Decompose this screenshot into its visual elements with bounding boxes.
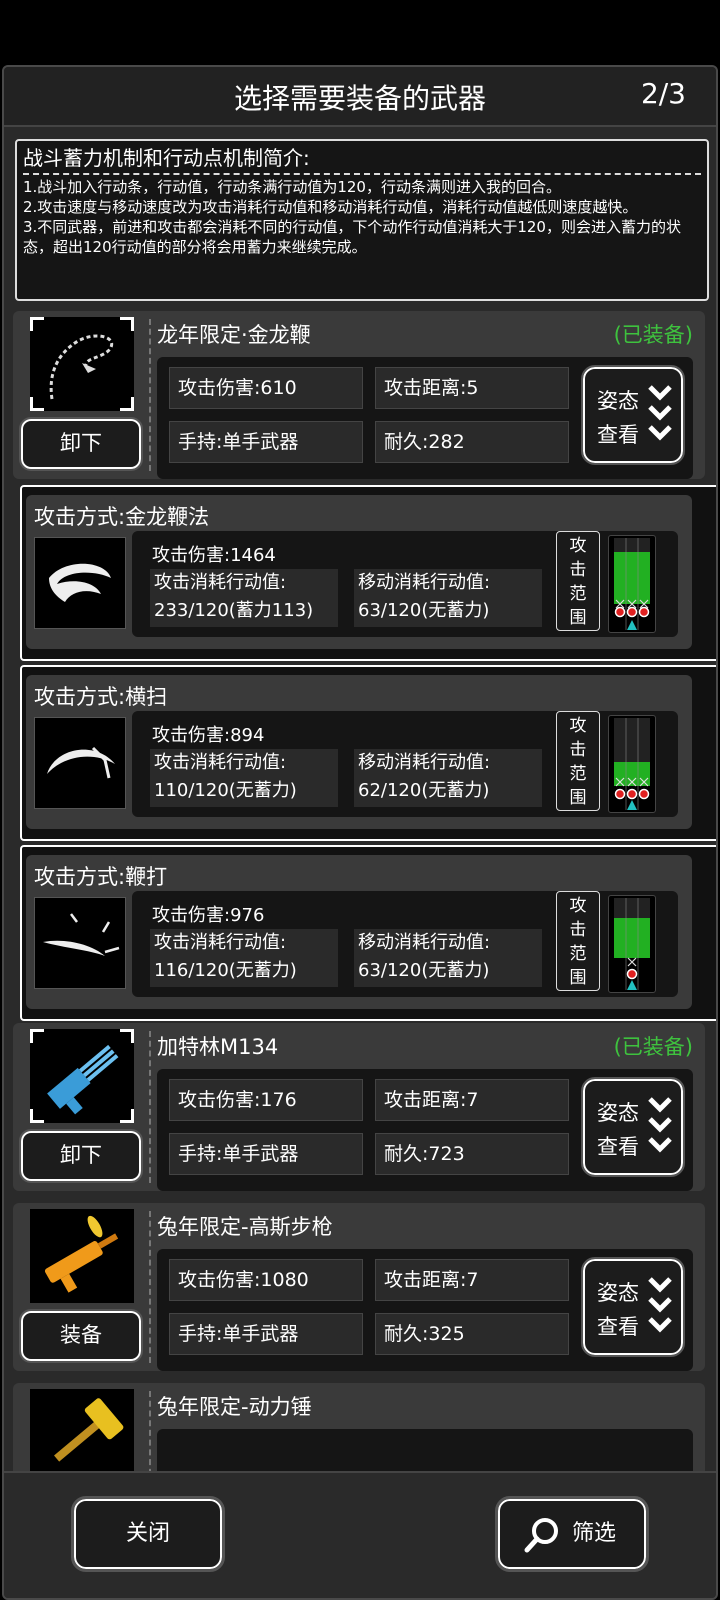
attack-mode-card: 攻击方式:横扫 攻击伤害:894 攻击消耗行动值: 110/120(无蓄力) 移动… <box>20 665 716 841</box>
mechanic-intro: 战斗蓄力机制和行动点机制简介: 1.战斗加入行动条，行动值，行动条满行动值为12… <box>15 139 709 301</box>
footer: 关闭 筛选 <box>4 1471 716 1598</box>
weapon-select-panel: 选择需要装备的武器 2/3 战斗蓄力机制和行动点机制简介: 1.战斗加入行动条，… <box>2 65 718 1600</box>
posture-view-button[interactable]: 姿态 查看 <box>581 1077 685 1177</box>
chevron-down-icon <box>648 385 672 441</box>
attack-range-map <box>608 535 656 633</box>
attack-cost: 攻击消耗行动值: 233/120(蓄力113) <box>150 569 338 627</box>
weapon-stats <box>157 1429 693 1471</box>
attack-stats: 攻击伤害:1464 攻击消耗行动值: 233/120(蓄力113) 移动消耗行动值… <box>132 531 678 637</box>
sweep-slash-icon <box>34 717 126 809</box>
stat-durability: 耐久:325 <box>375 1313 569 1355</box>
weapon-icon <box>30 1389 134 1471</box>
attack-range-map <box>608 715 656 813</box>
weapon-card: 卸下 加特林M134 (已装备) 攻击伤害:176 攻击距离:7 手持:单手武器… <box>13 1023 705 1191</box>
stat-damage: 攻击伤害:176 <box>169 1079 363 1121</box>
intro-line: 3.不同武器，前进和攻击都会消耗不同的行动值，下个动作行动值消耗大于120，则会… <box>23 218 681 256</box>
weapon-card: 兔年限定-动力锤 <box>13 1383 705 1471</box>
golden-dragon-whip-icon <box>49 334 114 400</box>
stat-damage: 攻击伤害:610 <box>169 367 363 409</box>
equip-button[interactable]: 装备 <box>19 1309 143 1363</box>
attack-name: 攻击方式:金龙鞭法 <box>34 505 210 529</box>
weapon-stats: 攻击伤害:1080 攻击距离:7 手持:单手武器 耐久:325 姿态 查看 <box>157 1249 693 1371</box>
gatling-gun-icon <box>47 1044 119 1115</box>
attack-range-label[interactable]: 攻击范围 <box>556 531 600 631</box>
weapon-icon <box>30 1209 134 1303</box>
attack-cost: 攻击消耗行动值: 110/120(无蓄力) <box>150 749 338 807</box>
divider <box>149 319 151 471</box>
stat-hold: 手持:单手武器 <box>169 1313 363 1355</box>
attack-range-map <box>608 895 656 993</box>
weapon-name: 兔年限定-高斯步枪 <box>157 1215 333 1239</box>
posture-view-button[interactable]: 姿态 查看 <box>581 365 685 465</box>
intro-line: 2.攻击速度与移动速度改为攻击消耗行动值和移动消耗行动值，消耗行动值越低则速度越… <box>23 198 638 216</box>
stat-range: 攻击距离:7 <box>375 1079 569 1121</box>
attack-damage: 攻击伤害:894 <box>152 725 265 746</box>
chevron-down-icon <box>648 1097 672 1153</box>
stat-durability: 耐久:723 <box>375 1133 569 1175</box>
attack-mode-card: 攻击方式:金龙鞭法 攻击伤害:1464 攻击消耗行动值: 233/120(蓄力11… <box>20 485 716 661</box>
header: 选择需要装备的武器 2/3 <box>4 67 716 127</box>
stat-range: 攻击距离:5 <box>375 367 569 409</box>
stat-hold: 手持:单手武器 <box>169 421 363 463</box>
filter-button[interactable]: 筛选 <box>495 1496 649 1572</box>
divider <box>149 1391 151 1471</box>
stat-durability: 耐久:282 <box>375 421 569 463</box>
move-cost: 移动消耗行动值: 62/120(无蓄力) <box>354 749 542 807</box>
attack-stats: 攻击伤害:894 攻击消耗行动值: 110/120(无蓄力) 移动消耗行动值: 62… <box>132 711 678 817</box>
intro-line: 1.战斗加入行动条，行动值，行动条满行动值为120，行动条满则进入我的回合。 <box>23 178 561 196</box>
weapon-stats: 攻击伤害:176 攻击距离:7 手持:单手武器 耐久:723 姿态 查看 <box>157 1069 693 1191</box>
gauss-rifle-icon <box>44 1215 119 1293</box>
page-title: 选择需要装备的武器 <box>233 82 486 115</box>
divider <box>149 1031 151 1183</box>
divider <box>149 1211 151 1363</box>
attack-mode-card: 攻击方式:鞭打 攻击伤害:976 攻击消耗行动值: 116/120(无蓄力) 移动… <box>20 845 716 1021</box>
stat-range: 攻击距离:7 <box>375 1259 569 1301</box>
close-button[interactable]: 关闭 <box>71 1496 225 1572</box>
attack-range-label[interactable]: 攻击范围 <box>556 711 600 811</box>
move-cost: 移动消耗行动值: 63/120(无蓄力) <box>354 569 542 627</box>
stat-hold: 手持:单手武器 <box>169 1133 363 1175</box>
chevron-down-icon <box>648 1277 672 1333</box>
weapon-list[interactable]: 卸下 龙年限定·金龙鞭 (已装备) 攻击伤害:610 攻击距离:5 手持:单手武… <box>4 311 716 1471</box>
posture-view-button[interactable]: 姿态 查看 <box>581 1257 685 1357</box>
power-hammer-icon <box>54 1398 124 1462</box>
weapon-name: 加特林M134 <box>157 1035 279 1059</box>
intro-title: 战斗蓄力机制和行动点机制简介: <box>23 146 310 170</box>
weapon-icon <box>30 1029 134 1123</box>
equipped-badge: (已装备) <box>613 323 693 347</box>
attack-name: 攻击方式:鞭打 <box>34 865 168 889</box>
attack-damage: 攻击伤害:1464 <box>152 545 276 566</box>
page-counter: 2/3 <box>640 77 686 110</box>
weapon-name: 兔年限定-动力锤 <box>157 1395 312 1419</box>
search-icon <box>524 1518 558 1553</box>
attack-cost: 攻击消耗行动值: 116/120(无蓄力) <box>150 929 338 987</box>
attack-range-label[interactable]: 攻击范围 <box>556 891 600 991</box>
weapon-icon <box>30 317 134 411</box>
unequip-button[interactable]: 卸下 <box>19 1129 143 1183</box>
attack-stats: 攻击伤害:976 攻击消耗行动值: 116/120(无蓄力) 移动消耗行动值: 63… <box>132 891 678 997</box>
stat-damage: 攻击伤害:1080 <box>169 1259 363 1301</box>
unequip-button[interactable]: 卸下 <box>19 417 143 471</box>
move-cost: 移动消耗行动值: 63/120(无蓄力) <box>354 929 542 987</box>
divider <box>23 173 701 175</box>
whirl-slash-icon <box>34 537 126 629</box>
weapon-card: 装备 兔年限定-高斯步枪 攻击伤害:1080 攻击距离:7 手持:单手武器 耐久… <box>13 1203 705 1371</box>
attack-damage: 攻击伤害:976 <box>152 905 265 926</box>
weapon-name: 龙年限定·金龙鞭 <box>157 323 311 347</box>
equipped-badge: (已装备) <box>613 1035 693 1059</box>
attack-name: 攻击方式:横扫 <box>34 685 168 709</box>
weapon-card: 卸下 龙年限定·金龙鞭 (已装备) 攻击伤害:610 攻击距离:5 手持:单手武… <box>13 311 705 479</box>
lash-strike-icon <box>34 897 126 989</box>
filter-label: 筛选 <box>572 1521 617 1546</box>
weapon-stats: 攻击伤害:610 攻击距离:5 手持:单手武器 耐久:282 姿态 查看 <box>157 357 693 479</box>
